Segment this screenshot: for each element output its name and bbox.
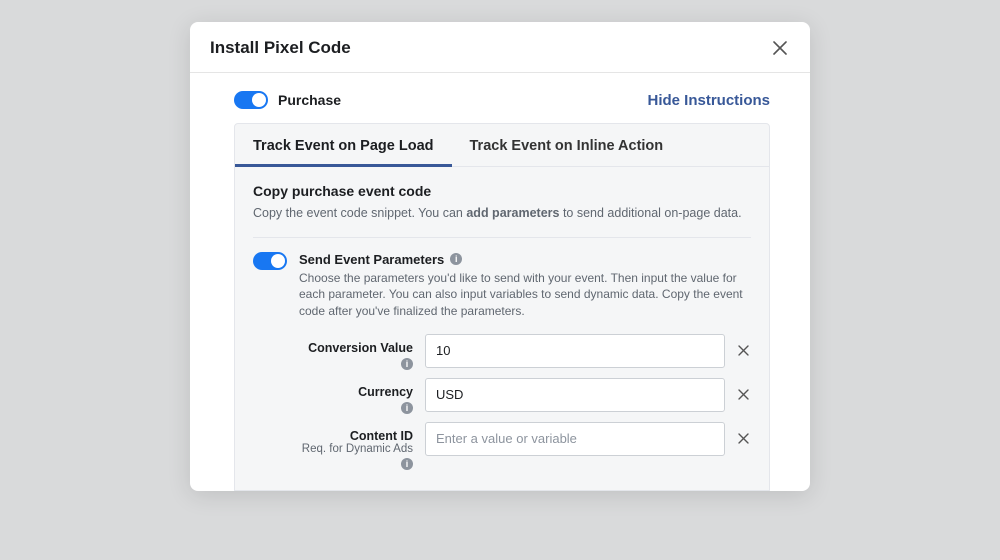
currency-input[interactable]: [425, 378, 725, 412]
params-block: Send Event Parameters i Choose the param…: [235, 238, 769, 326]
content-id-sub: Req. for Dynamic Ads: [253, 443, 413, 455]
params-text: Send Event Parameters i Choose the param…: [299, 252, 751, 320]
currency-label-wrap: Currency i: [253, 378, 413, 414]
field-content-id: Content ID Req. for Dynamic Ads i: [235, 414, 769, 470]
desc-bold: add parameters: [466, 206, 559, 220]
section-desc: Copy the event code snippet. You can add…: [235, 205, 769, 237]
field-conversion: Conversion Value i: [235, 326, 769, 370]
clear-icon[interactable]: [735, 343, 751, 359]
tab-page-load[interactable]: Track Event on Page Load: [235, 124, 452, 166]
content-id-label: Content ID: [253, 429, 413, 443]
install-pixel-modal: Install Pixel Code Purchase Hide Instruc…: [190, 22, 810, 491]
conversion-input[interactable]: [425, 334, 725, 368]
section-title: Copy purchase event code: [235, 167, 769, 205]
clear-icon[interactable]: [735, 387, 751, 403]
purchase-toggle-group: Purchase: [234, 91, 341, 109]
content-id-label-wrap: Content ID Req. for Dynamic Ads i: [253, 422, 413, 470]
info-icon[interactable]: i: [401, 458, 413, 470]
modal-header: Install Pixel Code: [190, 22, 810, 73]
hide-instructions-link[interactable]: Hide Instructions: [647, 92, 770, 109]
desc-post: to send additional on-page data.: [559, 206, 741, 220]
tab-inline-action[interactable]: Track Event on Inline Action: [452, 124, 682, 166]
currency-label: Currency: [253, 385, 413, 399]
field-currency: Currency i: [235, 370, 769, 414]
purchase-toggle[interactable]: [234, 91, 268, 109]
instructions-panel: Track Event on Page Load Track Event on …: [234, 123, 770, 491]
modal-title: Install Pixel Code: [210, 38, 351, 58]
params-title-text: Send Event Parameters: [299, 252, 444, 267]
info-icon[interactable]: i: [450, 253, 462, 265]
params-title: Send Event Parameters i: [299, 252, 751, 267]
content-id-input[interactable]: [425, 422, 725, 456]
top-row: Purchase Hide Instructions: [190, 73, 810, 123]
info-icon[interactable]: i: [401, 358, 413, 370]
tabs: Track Event on Page Load Track Event on …: [235, 124, 769, 167]
send-params-toggle[interactable]: [253, 252, 287, 270]
conversion-input-wrap: [425, 334, 751, 368]
close-icon[interactable]: [770, 38, 790, 58]
info-icon[interactable]: i: [401, 402, 413, 414]
currency-input-wrap: [425, 378, 751, 412]
params-desc: Choose the parameters you'd like to send…: [299, 270, 751, 320]
conversion-label: Conversion Value: [253, 341, 413, 355]
purchase-label: Purchase: [278, 92, 341, 108]
conversion-label-wrap: Conversion Value i: [253, 334, 413, 370]
desc-pre: Copy the event code snippet. You can: [253, 206, 466, 220]
content-id-input-wrap: [425, 422, 751, 456]
clear-icon[interactable]: [735, 431, 751, 447]
